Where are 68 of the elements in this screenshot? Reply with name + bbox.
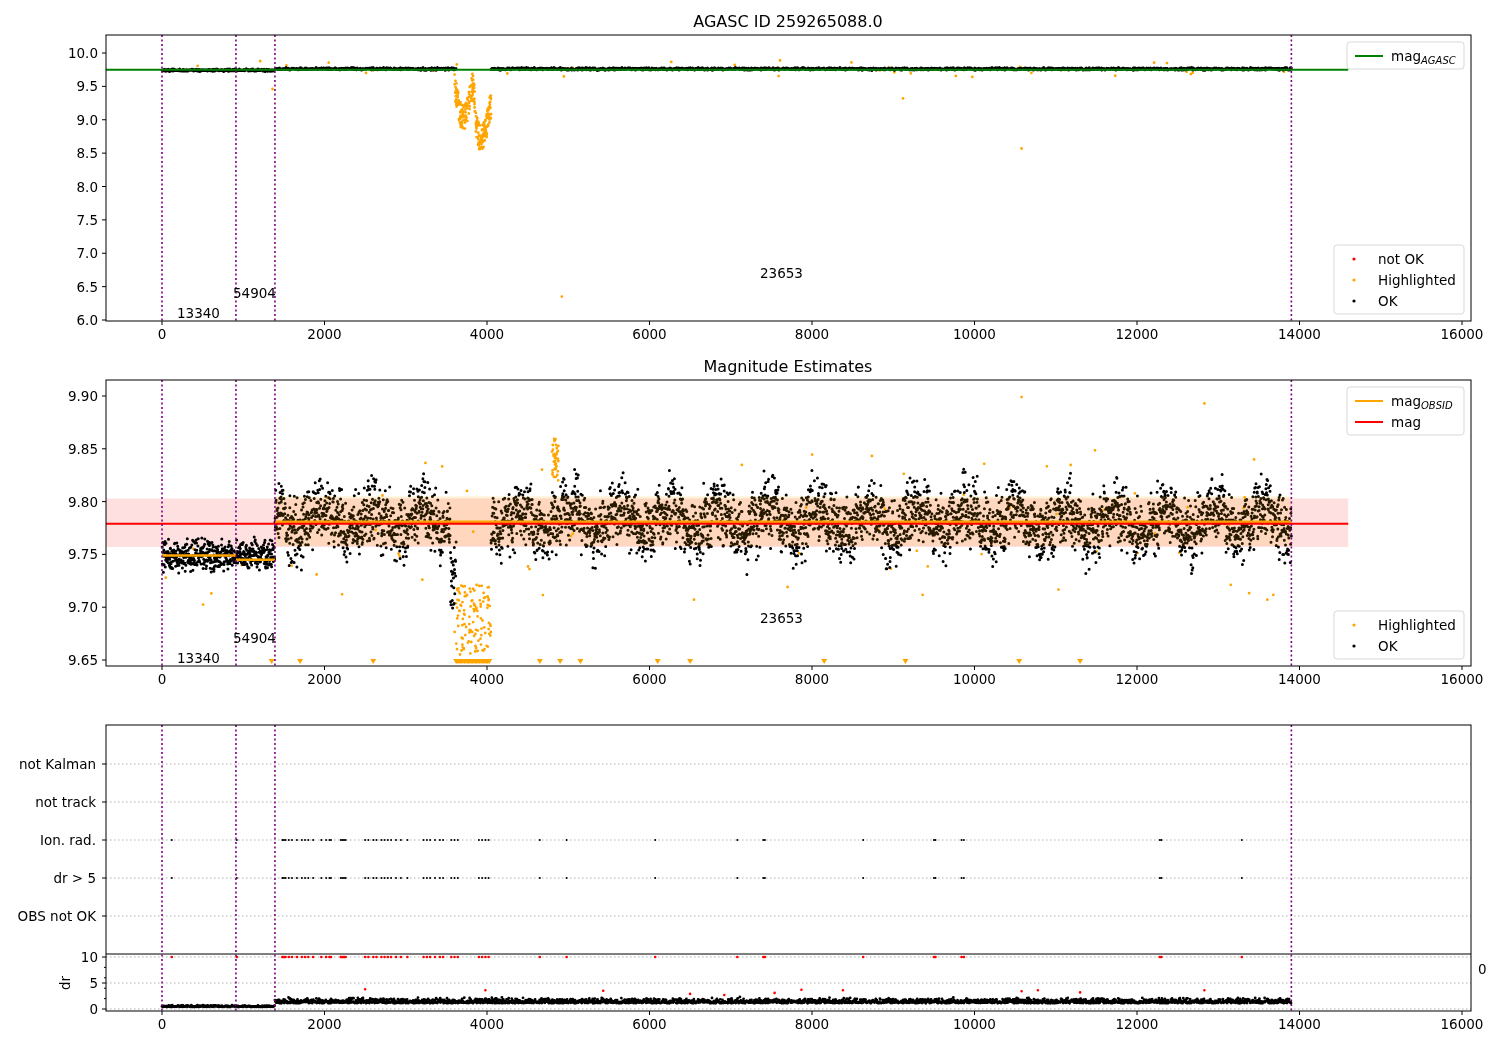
tick-label: 6.5 bbox=[76, 278, 98, 295]
tick-label: 0 bbox=[157, 671, 167, 687]
legend-label: mag$_{OBSID}$ bbox=[1391, 393, 1453, 411]
annotation-label: 23653 bbox=[760, 610, 803, 626]
tick-label: 0 bbox=[157, 326, 167, 342]
tick-label: 7.0 bbox=[76, 245, 98, 262]
annotation-label: 13340 bbox=[177, 650, 220, 666]
tick-label: 10000 bbox=[953, 1016, 996, 1032]
legend-label: Highlighted bbox=[1378, 617, 1456, 633]
category-label: dr > 5 bbox=[53, 870, 96, 886]
tick-label: 2000 bbox=[307, 1016, 342, 1032]
tick-label: 8000 bbox=[794, 326, 830, 342]
tick-label: 10000 bbox=[953, 671, 996, 687]
tick-label: 2000 bbox=[307, 671, 342, 687]
tick-label: 14000 bbox=[1278, 671, 1321, 687]
legend-label: mag bbox=[1391, 414, 1421, 430]
annotation-label: 54904 bbox=[233, 630, 276, 646]
tick-label: 2000 bbox=[307, 326, 342, 342]
tick-label: 10 bbox=[80, 949, 98, 965]
legend-label: mag$_{AGASC}$ bbox=[1391, 48, 1456, 66]
tick-label: 12000 bbox=[1115, 671, 1159, 687]
tick-label: 8000 bbox=[794, 671, 830, 687]
tick-label: 9.70 bbox=[67, 599, 98, 616]
annotation-label: 23653 bbox=[760, 265, 803, 281]
tick-label: 8000 bbox=[794, 1016, 830, 1032]
legend-label: not OK bbox=[1378, 251, 1424, 267]
annotation-label: 13340 bbox=[177, 305, 220, 321]
category-label: OBS not OK bbox=[17, 908, 96, 924]
tick-label: 14000 bbox=[1278, 326, 1321, 342]
legend-label: OK bbox=[1378, 638, 1398, 654]
tick-label: 8.0 bbox=[76, 178, 98, 195]
tick-label: 5 bbox=[89, 975, 98, 991]
tick-label: 7.5 bbox=[76, 211, 98, 228]
tick-label: 9.65 bbox=[67, 652, 98, 668]
tick-label: 9.75 bbox=[67, 546, 98, 563]
tick-label: 6000 bbox=[632, 326, 667, 342]
axis-label: dr bbox=[57, 975, 73, 991]
tick-label: 10.0 bbox=[67, 45, 98, 61]
tick-label: 14000 bbox=[1278, 1016, 1321, 1032]
tick-label: 16000 bbox=[1440, 326, 1484, 342]
tick-label: 9.90 bbox=[67, 388, 98, 404]
category-label: Ion. rad. bbox=[39, 832, 96, 848]
chart-title: AGASC ID 259265088.0 bbox=[693, 12, 883, 31]
annotation-label: 54904 bbox=[233, 285, 276, 301]
tick-label: 16000 bbox=[1440, 671, 1484, 687]
category-label: not Kalman bbox=[18, 756, 96, 772]
tick-label: 9.0 bbox=[76, 111, 98, 128]
tick-label: 6000 bbox=[632, 1016, 667, 1032]
tick-label: 12000 bbox=[1115, 1016, 1159, 1032]
tick-label: 4000 bbox=[469, 1016, 505, 1032]
tick-label: 12000 bbox=[1115, 326, 1159, 342]
tick-label: 8.5 bbox=[76, 145, 98, 162]
tick-label: 0 bbox=[157, 1016, 167, 1032]
axis-edge-label: 0 bbox=[1478, 961, 1487, 977]
tick-label: 4000 bbox=[469, 671, 505, 687]
tick-label: 10000 bbox=[953, 326, 996, 342]
category-label: not track bbox=[35, 794, 96, 810]
tick-label: 16000 bbox=[1440, 1016, 1484, 1032]
tick-label: 9.85 bbox=[67, 440, 98, 457]
tick-label: 0 bbox=[89, 1001, 98, 1017]
tick-label: 6.0 bbox=[76, 312, 98, 328]
tick-label: 9.5 bbox=[76, 78, 98, 95]
chart-title: Magnitude Estimates bbox=[703, 357, 873, 376]
tick-label: 9.80 bbox=[67, 493, 98, 510]
legend-label: OK bbox=[1378, 293, 1398, 309]
tick-label: 6000 bbox=[632, 671, 667, 687]
tick-label: 4000 bbox=[469, 326, 505, 342]
legend-label: Highlighted bbox=[1378, 272, 1456, 288]
